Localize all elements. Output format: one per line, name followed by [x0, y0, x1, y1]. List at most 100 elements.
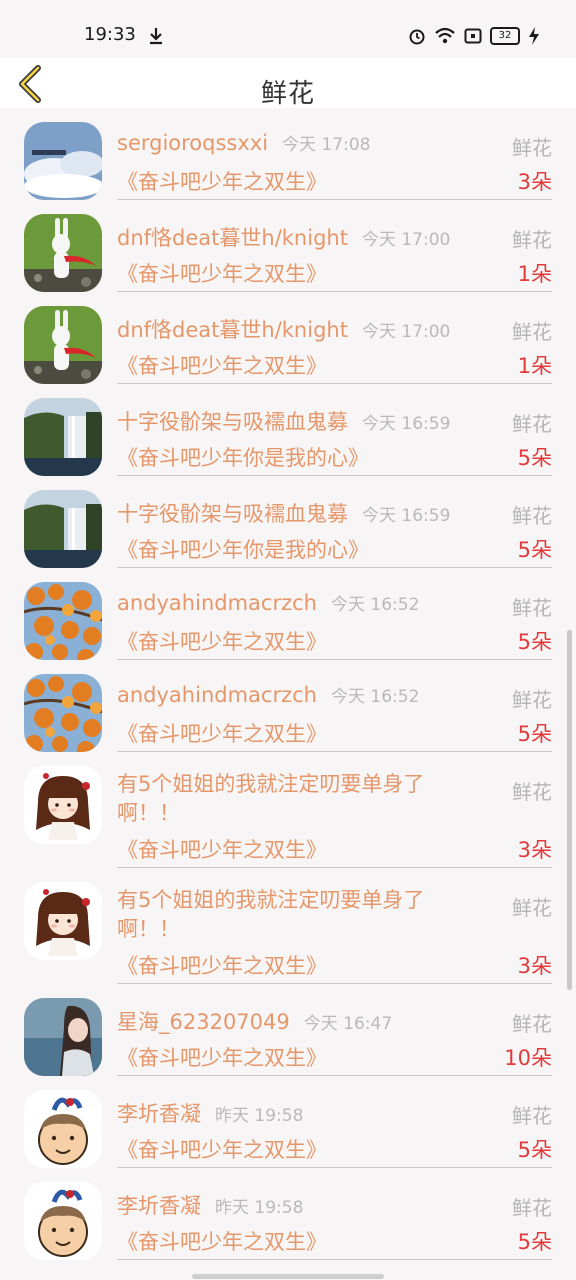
nickname[interactable]: sergioroqssxxi — [117, 131, 268, 155]
list-item-content: andyahindmacrzch 今天 16:52 《奋斗吧少年之双生》 鲜花 5朵 — [117, 660, 552, 752]
scrollbar[interactable] — [567, 630, 572, 990]
book-title[interactable]: 《奋斗吧少年之双生》 — [117, 350, 327, 380]
avatar[interactable] — [24, 122, 102, 200]
item-header: dnf恪deat暮世h/knight 今天 17:00 — [117, 314, 482, 342]
book-title[interactable]: 《奋斗吧少年之双生》 — [117, 166, 327, 196]
gift-type-label: 鲜花 — [512, 320, 552, 344]
avatar[interactable] — [24, 998, 102, 1076]
flower-count: 1朵 — [517, 354, 552, 378]
gift-type-label: 鲜花 — [512, 896, 552, 920]
list-item[interactable]: andyahindmacrzch 今天 16:52 《奋斗吧少年之双生》 鲜花 5朵 — [0, 660, 576, 752]
nickname[interactable]: 有5个姐姐的我就注定叨要单身了啊！！ — [117, 770, 447, 828]
book-title[interactable]: 《奋斗吧少年之双生》 — [117, 626, 327, 656]
list-item[interactable]: dnf恪deat暮世h/knight 今天 17:00 《奋斗吧少年之双生》 鲜花 1朵 — [0, 292, 576, 384]
item-header: andyahindmacrzch 今天 16:52 — [117, 590, 482, 618]
gift-type-label: 鲜花 — [512, 1196, 552, 1220]
nickname[interactable]: 星海_623207049 — [117, 1010, 290, 1034]
list-item-content: 李圻香凝 昨天 19:58 《奋斗吧少年之双生》 鲜花 5朵 — [117, 1168, 552, 1260]
flower-count: 5朵 — [517, 446, 552, 470]
download-icon — [150, 28, 162, 45]
list-item-content: 李圻香凝 昨天 19:58 《奋斗吧少年之双生》 鲜花 5朵 — [117, 1076, 552, 1168]
item-header: sergioroqssxxi 今天 17:08 — [117, 130, 482, 158]
book-title[interactable]: 《奋斗吧少年之双生》 — [117, 1042, 327, 1072]
status-bar: 19:33 32 — [0, 0, 576, 58]
timestamp: 今天 17:00 — [361, 322, 451, 342]
list-item[interactable]: 李圻香凝 昨天 19:58 《奋斗吧少年之双生》 鲜花 5朵 — [0, 1076, 576, 1168]
status-icons: 32 — [408, 24, 540, 48]
nickname[interactable]: andyahindmacrzch — [117, 591, 317, 615]
book-title[interactable]: 《奋斗吧少年之双生》 — [117, 1226, 327, 1256]
avatar[interactable] — [24, 882, 102, 960]
timestamp: 今天 16:59 — [362, 414, 451, 434]
flower-count: 5朵 — [517, 1138, 552, 1162]
nickname[interactable]: 十字役骱架与吸襦血鬼募 — [117, 502, 348, 526]
avatar[interactable] — [24, 766, 102, 844]
list-item[interactable]: andyahindmacrzch 今天 16:52 《奋斗吧少年之双生》 鲜花 5朵 — [0, 568, 576, 660]
list-item[interactable]: 十字役骱架与吸襦血鬼募 今天 16:59 《奋斗吧少年你是我的心》 鲜花 5朵 — [0, 476, 576, 568]
page-title: 鲜花 — [260, 79, 315, 109]
list-item[interactable]: 星海_623207049 今天 16:47 《奋斗吧少年之双生》 鲜花 10朵 — [0, 984, 576, 1076]
list-item-content: andyahindmacrzch 今天 16:52 《奋斗吧少年之双生》 鲜花 5朵 — [117, 568, 552, 660]
list-item-content: dnf恪deat暮世h/knight 今天 17:00 《奋斗吧少年之双生》 鲜花 1朵 — [117, 200, 552, 292]
list-item-content: dnf恪deat暮世h/knight 今天 17:00 《奋斗吧少年之双生》 鲜花 1朵 — [117, 292, 552, 384]
avatar[interactable] — [24, 398, 102, 476]
home-indicator[interactable] — [192, 1274, 384, 1279]
gift-type-label: 鲜花 — [512, 688, 552, 712]
avatar[interactable] — [24, 582, 102, 660]
list-item-content: 十字役骱架与吸襦血鬼募 今天 16:59 《奋斗吧少年你是我的心》 鲜花 5朵 — [117, 476, 552, 568]
book-title[interactable]: 《奋斗吧少年你是我的心》 — [117, 534, 369, 564]
list-item[interactable]: 有5个姐姐的我就注定叨要单身了啊！！ 《奋斗吧少年之双生》 鲜花 3朵 — [0, 752, 576, 868]
timestamp: 今天 16:52 — [330, 595, 420, 615]
item-header: 李圻香凝 昨天 19:58 — [117, 1098, 482, 1126]
nickname[interactable]: andyahindmacrzch — [117, 683, 317, 707]
nickname[interactable]: dnf恪deat暮世h/knight — [117, 226, 348, 250]
book-title[interactable]: 《奋斗吧少年之双生》 — [117, 258, 327, 288]
book-title[interactable]: 《奋斗吧少年之双生》 — [117, 1134, 327, 1164]
avatar[interactable] — [24, 490, 102, 568]
timestamp: 今天 16:59 — [362, 506, 451, 526]
list-item[interactable]: sergioroqssxxi 今天 17:08 《奋斗吧少年之双生》 鲜花 3朵 — [0, 108, 576, 200]
avatar[interactable] — [24, 674, 102, 752]
avatar[interactable] — [24, 1090, 102, 1168]
book-title[interactable]: 《奋斗吧少年之双生》 — [117, 834, 327, 864]
timestamp: 今天 17:00 — [361, 230, 451, 250]
nickname[interactable]: 李圻香凝 — [117, 1194, 201, 1218]
flower-count: 5朵 — [517, 538, 552, 562]
item-header: 星海_623207049 今天 16:47 — [117, 1006, 482, 1034]
avatar[interactable] — [24, 306, 102, 384]
flower-count: 3朵 — [517, 954, 552, 978]
sim-icon — [464, 28, 482, 44]
list-item-content: sergioroqssxxi 今天 17:08 《奋斗吧少年之双生》 鲜花 3朵 — [117, 108, 552, 200]
battery-icon: 32 — [490, 27, 520, 45]
book-title[interactable]: 《奋斗吧少年之双生》 — [117, 718, 327, 748]
nickname[interactable]: 有5个姐姐的我就注定叨要单身了啊！！ — [117, 886, 447, 944]
wifi-icon — [435, 27, 455, 44]
item-header: dnf恪deat暮世h/knight 今天 17:00 — [117, 222, 482, 250]
timestamp: 今天 16:47 — [303, 1014, 393, 1034]
book-title[interactable]: 《奋斗吧少年你是我的心》 — [117, 442, 369, 472]
gift-type-label: 鲜花 — [512, 228, 552, 252]
list-item-content: 有5个姐姐的我就注定叨要单身了啊！！ 《奋斗吧少年之双生》 鲜花 3朵 — [117, 868, 552, 984]
gift-type-label: 鲜花 — [512, 596, 552, 620]
list-item-content: 星海_623207049 今天 16:47 《奋斗吧少年之双生》 鲜花 10朵 — [117, 984, 552, 1076]
list-item[interactable]: 李圻香凝 昨天 19:58 《奋斗吧少年之双生》 鲜花 5朵 — [0, 1168, 576, 1260]
gift-type-label: 鲜花 — [512, 504, 552, 528]
list-item[interactable]: 十字役骱架与吸襦血鬼募 今天 16:59 《奋斗吧少年你是我的心》 鲜花 5朵 — [0, 384, 576, 476]
book-title[interactable]: 《奋斗吧少年之双生》 — [117, 950, 327, 980]
nickname[interactable]: 十字役骱架与吸襦血鬼募 — [117, 410, 348, 434]
avatar[interactable] — [24, 214, 102, 292]
avatar[interactable] — [24, 1182, 102, 1260]
item-header: 十字役骱架与吸襦血鬼募 今天 16:59 — [117, 498, 482, 526]
timestamp: 昨天 19:58 — [215, 1106, 304, 1126]
list-item[interactable]: 有5个姐姐的我就注定叨要单身了啊！！ 《奋斗吧少年之双生》 鲜花 3朵 — [0, 868, 576, 984]
flower-count: 3朵 — [517, 170, 552, 194]
timestamp: 今天 16:52 — [330, 687, 420, 707]
nickname[interactable]: 李圻香凝 — [117, 1102, 201, 1126]
title-bar: 鲜花 — [0, 58, 576, 109]
flower-count: 5朵 — [517, 722, 552, 746]
flower-count: 1朵 — [517, 262, 552, 286]
list-item-content: 有5个姐姐的我就注定叨要单身了啊！！ 《奋斗吧少年之双生》 鲜花 3朵 — [117, 752, 552, 868]
list-item[interactable]: dnf恪deat暮世h/knight 今天 17:00 《奋斗吧少年之双生》 鲜花 1朵 — [0, 200, 576, 292]
nickname[interactable]: dnf恪deat暮世h/knight — [117, 318, 348, 342]
status-time: 19:33 — [84, 24, 136, 45]
